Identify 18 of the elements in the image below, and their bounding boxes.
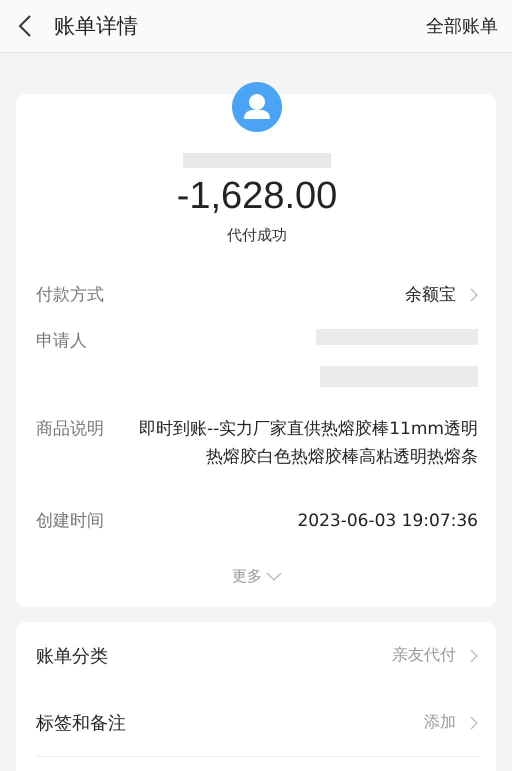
chevron-right-icon <box>470 648 478 662</box>
detail-value: 余额宝 <box>405 284 456 307</box>
status-text: 代付成功 <box>227 226 287 245</box>
option-row[interactable]: 账单分类 亲友代付 <box>36 622 478 689</box>
option-row[interactable]: 标签和备注 添加 <box>36 689 478 756</box>
detail-value: 即时到账--实力厂家直供热熔胶棒11mm透明热熔胶白色热熔胶棒高粘透明热熔条 <box>138 418 478 469</box>
detail-label: 创建时间 <box>36 510 104 533</box>
detail-label: 付款方式 <box>36 284 104 307</box>
back-icon[interactable] <box>18 14 32 38</box>
detail-label: 商品说明 <box>36 418 104 441</box>
all-bills-link[interactable]: 全部账单 <box>426 14 498 38</box>
chevron-right-icon <box>470 288 478 302</box>
chevron-right-icon <box>470 716 478 730</box>
page-title: 账单详情 <box>54 13 138 40</box>
chevron-down-icon <box>266 572 282 581</box>
detail-value: 2023-06-03 19:07:36 <box>297 510 478 533</box>
detail-label: 申请人 <box>36 330 87 353</box>
amount: -1,628.00 <box>176 174 338 218</box>
